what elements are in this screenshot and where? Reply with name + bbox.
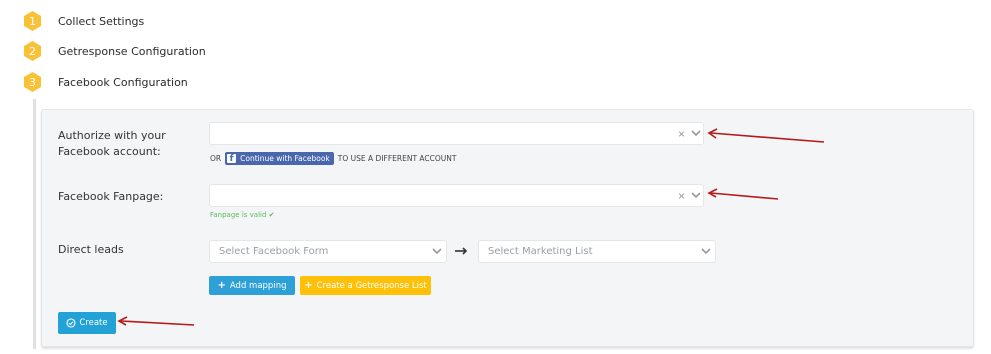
add-mapping-button[interactable]: + Add mapping (209, 276, 295, 295)
annotation-arrow-icon (707, 128, 825, 143)
facebook-fanpage-select[interactable]: × (209, 184, 704, 207)
hint-suffix: TO USE A DIFFERENT ACCOUNT (337, 154, 457, 163)
create-getresponse-list-button[interactable]: + Create a Getresponse List (300, 276, 431, 295)
chevron-down-icon[interactable] (432, 246, 442, 256)
step-number: 3 (29, 75, 36, 89)
chevron-down-icon[interactable] (701, 246, 711, 256)
step-badge-icon: 3 (24, 72, 41, 92)
facebook-account-select[interactable]: × (209, 122, 704, 145)
direct-leads-label: Direct leads (58, 243, 124, 256)
facebook-form-placeholder: Select Facebook Form (219, 246, 329, 257)
annotation-arrow-icon (707, 188, 779, 200)
step-badge-icon: 2 (24, 41, 41, 61)
facebook-form-select[interactable]: Select Facebook Form (209, 240, 447, 263)
step-label: Collect Settings (58, 14, 145, 28)
create-button[interactable]: Create (58, 312, 116, 334)
chevron-down-icon[interactable] (691, 128, 701, 138)
authorize-label: Authorize with your Facebook account: (58, 129, 166, 158)
step-1[interactable]: 1 Collect Settings (24, 11, 144, 31)
step-number: 1 (29, 14, 36, 28)
create-label: Create (79, 318, 108, 328)
chevron-down-icon[interactable] (691, 190, 701, 200)
step-badge-icon: 1 (24, 11, 41, 31)
add-mapping-label: Add mapping (229, 280, 287, 291)
hint-prefix: OR (210, 154, 222, 163)
step-label: Facebook Configuration (58, 75, 188, 89)
authorize-hint: OR f Continue with Facebook TO USE A DIF… (210, 152, 456, 165)
plus-icon: + (217, 280, 226, 291)
plus-icon: + (304, 280, 313, 291)
annotation-arrow-icon (117, 316, 195, 326)
fanpage-valid-status: Fanpage is valid ✔ (210, 211, 275, 219)
check-circle-icon (66, 318, 76, 328)
marketing-list-select[interactable]: Select Marketing List (478, 240, 716, 263)
create-list-label: Create a Getresponse List (316, 280, 427, 291)
clear-icon[interactable]: × (678, 189, 685, 203)
step-3[interactable]: 3 Facebook Configuration (24, 72, 188, 92)
continue-with-facebook-button[interactable]: f Continue with Facebook (225, 152, 334, 165)
step-number: 2 (29, 44, 36, 58)
marketing-list-placeholder: Select Marketing List (488, 246, 593, 257)
step-2[interactable]: 2 Getresponse Configuration (24, 41, 206, 61)
step-label: Getresponse Configuration (58, 44, 206, 58)
clear-icon[interactable]: × (678, 127, 685, 141)
fanpage-label: Facebook Fanpage: (58, 190, 164, 203)
arrow-right-icon (455, 247, 468, 255)
facebook-button-label: Continue with Facebook (240, 154, 330, 163)
facebook-icon: f (227, 154, 237, 164)
